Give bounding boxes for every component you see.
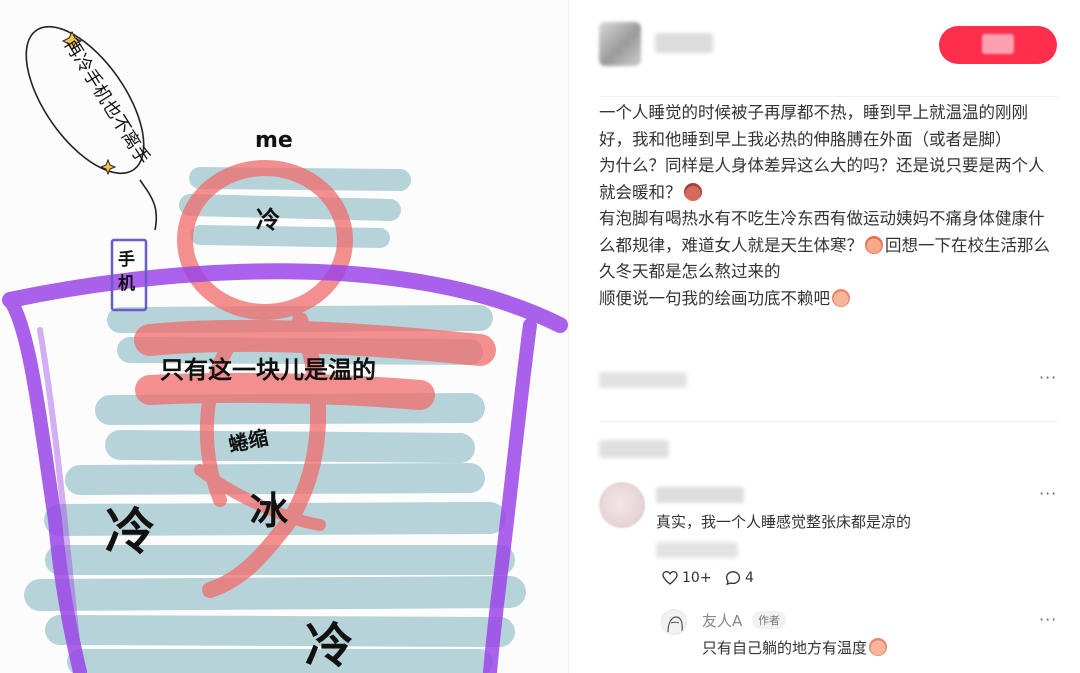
comment-more-button[interactable]: ··· bbox=[1039, 484, 1057, 503]
commenter-avatar[interactable] bbox=[599, 482, 645, 528]
reply-count: 4 bbox=[745, 570, 754, 586]
post-more-button[interactable]: ··· bbox=[1039, 368, 1057, 387]
avatar-sketch-icon bbox=[667, 616, 683, 633]
cold-label-bottom: 冷 bbox=[305, 618, 354, 673]
emoji-cry-icon bbox=[865, 235, 883, 254]
teal-scribbles bbox=[24, 167, 526, 673]
heart-icon bbox=[662, 570, 678, 585]
comment-count bbox=[599, 440, 669, 458]
post-line-2: 为什么？同样是人身体差异这么大的吗？还是说只要是两个人就会暖和？ bbox=[599, 156, 1045, 202]
me-label: me bbox=[255, 128, 293, 153]
emoji-proud-icon bbox=[832, 288, 850, 307]
reply-author-name[interactable]: 友人A bbox=[702, 610, 742, 631]
cold-label-small: 冷 bbox=[256, 206, 280, 234]
drawing-canvas bbox=[2, 25, 568, 673]
post-date bbox=[599, 372, 687, 388]
reply-avatar[interactable] bbox=[661, 609, 687, 635]
reply-text: 只有自己躺的地方有温度 bbox=[702, 637, 889, 658]
emoji-proud-icon bbox=[869, 638, 888, 656]
warm-spot-label: 只有这一块儿是温的 bbox=[160, 356, 376, 384]
emoji-angry-icon bbox=[683, 182, 702, 201]
post-line-1: 一个人睡觉的时候被子再厚都不热，睡到早上就温温的刚刚好，我和他睡到早上我必热的伸… bbox=[599, 103, 1028, 149]
like-button[interactable]: 10+ bbox=[662, 570, 712, 586]
phone-label: 手机 bbox=[118, 250, 135, 294]
author-name[interactable] bbox=[655, 33, 713, 53]
post-line-3: 有泡脚有喝热水有不吃生冷东西有做运动姨妈不痛身体健康什么都规律，难道女人就是天生… bbox=[599, 209, 1050, 281]
header-divider bbox=[599, 96, 1058, 97]
post-content: 一个人睡觉的时候被子再厚都不热，睡到早上就温温的刚刚好，我和他睡到早上我必热的伸… bbox=[599, 100, 1059, 312]
comment-text: 真实，我一个人睡感觉整张床都是凉的 bbox=[656, 513, 912, 531]
cold-label-left: 冷 bbox=[105, 503, 155, 561]
like-count: 10+ bbox=[682, 570, 712, 586]
post-panel: 一个人睡觉的时候被子再厚都不热，睡到早上就温温的刚刚好，我和他睡到早上我必热的伸… bbox=[569, 0, 1080, 673]
ice-label: 冰 bbox=[250, 489, 289, 533]
post-line-5: 顺便说一句我的绘画功底不赖吧 bbox=[599, 286, 1059, 313]
author-badge: 作者 bbox=[752, 611, 786, 629]
author-avatar[interactable] bbox=[599, 22, 641, 66]
post-image[interactable]: 再冷手机也不离手 me 冷 手机 只有这一块儿是温的 蜷缩 冰 冷 冷 bbox=[0, 0, 568, 673]
comment-bubble-icon bbox=[725, 571, 741, 586]
reply-button[interactable]: 4 bbox=[725, 570, 754, 586]
commenter-name[interactable] bbox=[656, 487, 744, 503]
comments-divider bbox=[599, 421, 1058, 422]
comment-date bbox=[656, 542, 738, 558]
follow-button[interactable] bbox=[939, 26, 1057, 64]
reply-more-button[interactable]: ··· bbox=[1039, 610, 1057, 629]
